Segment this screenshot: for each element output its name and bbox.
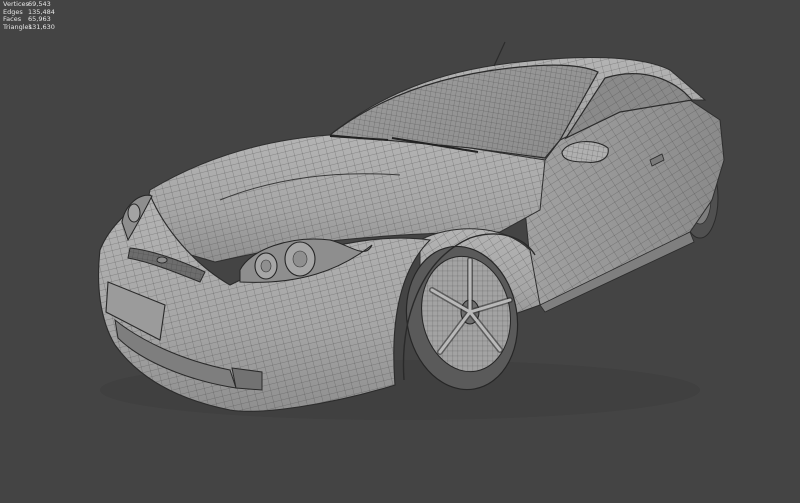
stat-value: 131,630	[28, 22, 55, 31]
antenna	[493, 41, 506, 67]
mesh-statistics-overlay: Vertices 69,543 Edges 135,484 Faces 65,9…	[3, 0, 55, 32]
car-wireframe-model[interactable]	[0, 0, 800, 503]
3d-viewport[interactable]: Vertices 69,543 Edges 135,484 Faces 65,9…	[0, 0, 800, 503]
brand-badge	[156, 256, 168, 264]
stat-label: Triangles	[3, 22, 32, 31]
stat-triangles: Triangles 131,630	[3, 22, 55, 32]
fog-lamp	[231, 367, 263, 391]
